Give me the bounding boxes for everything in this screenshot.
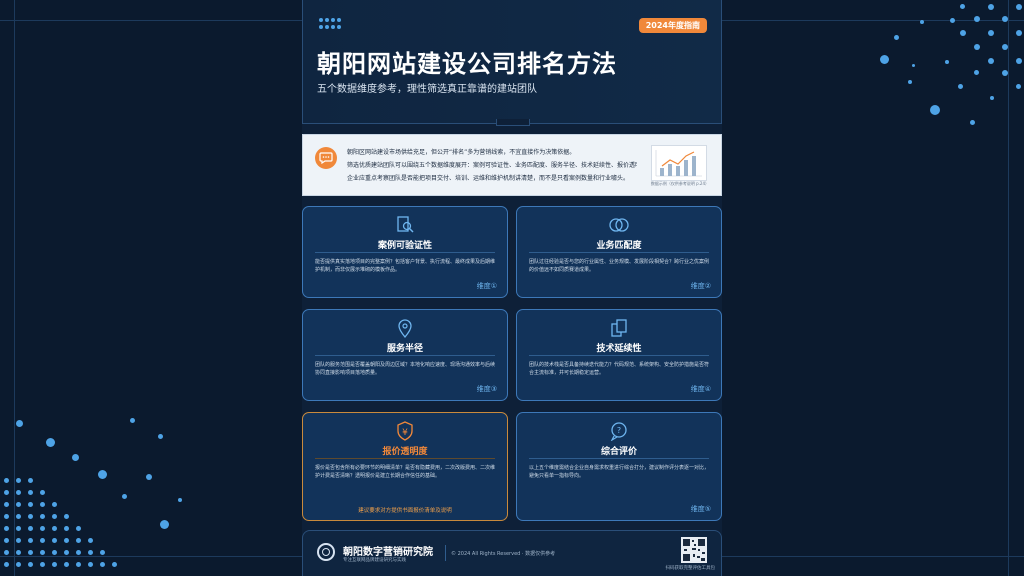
card-title: 综合评价 bbox=[600, 447, 637, 457]
card-divider bbox=[529, 458, 709, 459]
card-price-transparency: ¥ 报价透明度 报价是否包含所有必要环节的明细清单？是否有隐藏费用，二次改版费用… bbox=[302, 412, 508, 521]
card-title: 报价透明度 bbox=[382, 447, 428, 457]
chart-thumbnail bbox=[651, 145, 707, 181]
card-divider bbox=[315, 355, 495, 356]
card-description: 以上五个维度需结合企业自身需求权重进行综合打分，建议制作评分表逐一对比，避免只看… bbox=[529, 465, 710, 479]
card-divider bbox=[315, 252, 495, 253]
card-description: 团队的服务范围是否覆盖朝阳及周边区域？本地化响应速度、现场沟通效率与后续协同直接… bbox=[315, 362, 496, 376]
qr-caption: 扫码获取完整评估工具包 bbox=[665, 566, 716, 571]
card-tech-continuity: 技术延续性 团队的技术栈是否具备持续迭代能力？代码规范、系统架构、安全防护措施是… bbox=[516, 309, 722, 401]
intro-panel: 朝阳区网站建设市场供给充足，但公开“排名”多为营销线索，不宜直接作为决策依据。 … bbox=[302, 134, 722, 196]
svg-text:?: ? bbox=[617, 426, 621, 435]
yen-shield-icon: ¥ bbox=[397, 421, 413, 441]
footer-divider bbox=[445, 545, 446, 561]
card-title: 业务匹配度 bbox=[596, 241, 642, 251]
card-description: 团队的技术栈是否具备持续迭代能力？代码规范、系统架构、安全防护措施是否符合主流标… bbox=[529, 362, 710, 376]
brand-name: 朝阳数字营销研究院 bbox=[343, 547, 433, 558]
dimension-tag: 维度⑤ bbox=[690, 505, 711, 513]
page-subtitle: 五个数据维度参考，理性筛选真正靠谱的建站团队 bbox=[317, 84, 537, 95]
card-title: 服务半径 bbox=[386, 344, 423, 354]
card-description: 团队过往经验是否与您的行业属性、业务规模、发展阶段相契合？跨行业之优案例的价值远… bbox=[529, 259, 710, 273]
intro-text: 朝阳区网站建设市场供给充足，但公开“排名”多为营销线索，不宜直接作为决策依据。 … bbox=[347, 146, 637, 185]
brand-logo-icon bbox=[317, 543, 335, 561]
chat-bubble-icon bbox=[315, 147, 337, 169]
decor-dots-top-right bbox=[850, 0, 1024, 130]
decor-dots-bottom-left bbox=[0, 410, 182, 576]
dot-grid-icon bbox=[319, 18, 341, 30]
card-description: 报价是否包含所有必要环节的明细清单？是否有隐藏费用，二次改版费用、二次维护计费是… bbox=[315, 465, 496, 479]
overlapping-circles-icon bbox=[609, 218, 629, 232]
card-service-radius: 服务半径 团队的服务范围是否覆盖朝阳及周边区域？本地化响应速度、现场沟通效率与后… bbox=[302, 309, 508, 401]
card-title: 技术延续性 bbox=[596, 344, 642, 354]
dimension-tag: 维度① bbox=[476, 282, 497, 290]
intro-line: 企业应重点考察团队是否能把项目交付、培训、运维和维护机制讲清楚，而不是只看案例数… bbox=[347, 175, 630, 182]
hero-banner: 2024年度指南 朝阳网站建设公司排名方法 五个数据维度参考，理性筛选真正靠谱的… bbox=[302, 0, 722, 124]
svg-text:¥: ¥ bbox=[402, 428, 408, 438]
intro-line: 朝阳区网站建设市场供给充足，但公开“排名”多为营销线索，不宜直接作为决策依据。 bbox=[347, 149, 576, 156]
infographic-page: 2024年度指南 朝阳网站建设公司排名方法 五个数据维度参考，理性筛选真正靠谱的… bbox=[302, 0, 722, 576]
copy-files-icon bbox=[611, 319, 627, 337]
year-badge: 2024年度指南 bbox=[638, 18, 707, 33]
location-pin-icon bbox=[398, 319, 412, 338]
card-divider bbox=[529, 252, 709, 253]
dimension-tag: 维度③ bbox=[476, 385, 497, 393]
card-divider bbox=[315, 458, 495, 459]
card-description: 能否提供真实落地项目的完整案例？包括客户背景、执行流程、最终成果及后期维护机制，… bbox=[315, 259, 496, 273]
page-title: 朝阳网站建设公司排名方法 bbox=[317, 50, 617, 78]
dimension-tag: 维度④ bbox=[690, 385, 711, 393]
qr-code-icon[interactable] bbox=[681, 537, 707, 563]
thumbnail-caption: 数据示例（仅供参考说明 p.24） bbox=[650, 181, 709, 186]
footer: 朝阳数字营销研究院 专注互联网品牌建设研究与实践 © 2024 All Righ… bbox=[302, 530, 722, 576]
copyright-text: © 2024 All Rights Reserved · 数据仅供参考 bbox=[451, 551, 556, 557]
search-document-icon bbox=[397, 216, 414, 233]
card-overall-evaluation: ? 综合评价 以上五个维度需结合企业自身需求权重进行综合打分，建议制作评分表逐一… bbox=[516, 412, 722, 521]
hero-notch bbox=[496, 119, 530, 126]
card-title: 案例可验证性 bbox=[377, 241, 432, 251]
question-bubble-icon: ? bbox=[610, 422, 627, 441]
card-note: 建议要求对方提供书面报价清单及说明 bbox=[358, 508, 452, 514]
brand-slogan: 专注互联网品牌建设研究与实践 bbox=[343, 558, 406, 563]
card-divider bbox=[529, 355, 709, 356]
dimension-tag: 维度② bbox=[690, 282, 711, 290]
intro-line: 筛选优质建站团队可以围绕五个数据维度展开：案例可验证性、业务匹配度、服务半径、技… bbox=[347, 162, 637, 169]
card-case-verifiability: 案例可验证性 能否提供真实落地项目的完整案例？包括客户背景、执行流程、最终成果及… bbox=[302, 206, 508, 298]
card-business-match: 业务匹配度 团队过往经验是否与您的行业属性、业务规模、发展阶段相契合？跨行业之优… bbox=[516, 206, 722, 298]
